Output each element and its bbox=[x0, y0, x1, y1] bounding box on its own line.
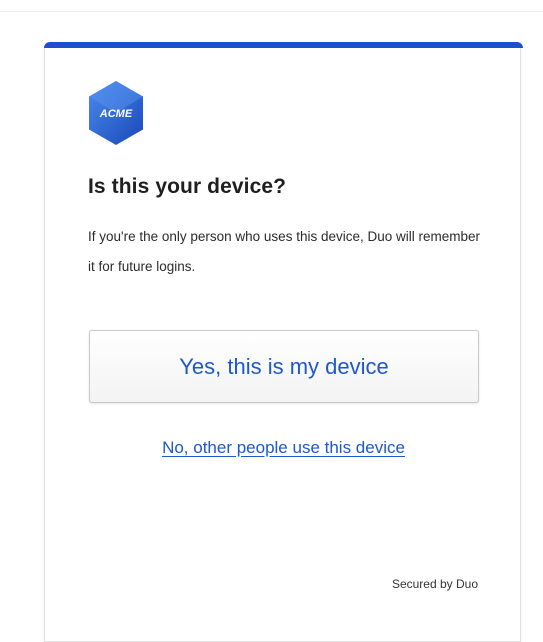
device-trust-card: ACME Is this your device? If you're the … bbox=[44, 42, 523, 642]
trust-device-button[interactable]: Yes, this is my device bbox=[89, 330, 479, 403]
top-divider bbox=[0, 11, 543, 12]
secured-by-label: Secured by Duo bbox=[391, 577, 478, 591]
logo-text: ACME bbox=[99, 108, 133, 120]
card-accent-bar bbox=[44, 42, 523, 48]
dont-trust-device-link[interactable]: No, other people use this device bbox=[45, 438, 522, 458]
description-text: If you're the only person who uses this … bbox=[88, 229, 481, 274]
page-title: Is this your device? bbox=[88, 175, 287, 198]
acme-logo-icon: ACME bbox=[86, 79, 146, 147]
